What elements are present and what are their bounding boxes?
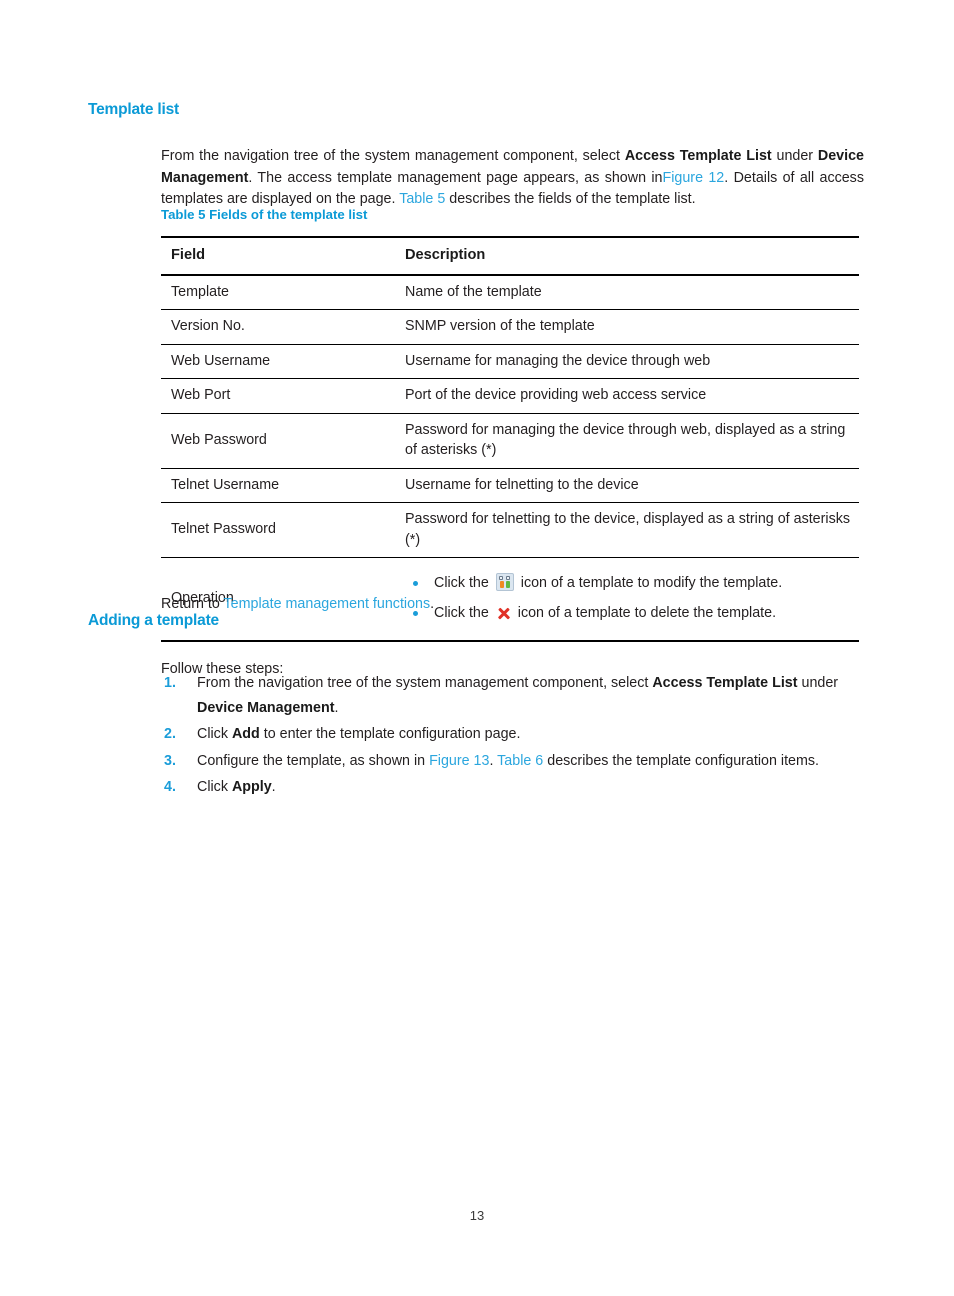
link-template-management-functions[interactable]: Template management functions <box>224 596 431 612</box>
cell-description: Password for telnetting to the device, d… <box>395 502 859 558</box>
link-figure-12[interactable]: Figure 12 <box>663 170 725 186</box>
modify-icon-bar-green <box>505 581 510 588</box>
modify-icon-node-left <box>498 576 503 580</box>
table-row: Version No. SNMP version of the template <box>161 309 859 345</box>
step-text-1: Configure the template, as shown in <box>197 752 430 769</box>
steps-list: 1. From the navigation tree of the system… <box>161 671 864 802</box>
link-table-6[interactable]: Table 6 <box>497 753 543 769</box>
cell-field: Telnet Password <box>161 502 395 558</box>
step-bold-apply: Apply <box>231 779 272 795</box>
intro-text-3: . The access template management page ap… <box>248 169 663 186</box>
column-header-field: Field <box>161 237 395 276</box>
cell-field: Template <box>161 274 395 310</box>
step-number: 2. <box>164 726 176 742</box>
cell-field: Web Port <box>161 378 395 414</box>
modify-template-icon <box>495 573 514 591</box>
step-text-1: Click <box>197 779 232 795</box>
section-heading-template-list: Template list <box>88 101 179 118</box>
step-text-1: From the navigation tree of the system m… <box>197 675 653 691</box>
step-number: 4. <box>164 779 176 795</box>
return-suffix: . <box>430 596 435 613</box>
return-prefix: Return to <box>161 596 224 613</box>
cell-description: Name of the template <box>395 274 859 310</box>
intro-text-1: From the navigation tree of the system m… <box>161 148 625 165</box>
table-caption-table-5: Table 5 Fields of the template list <box>161 207 368 222</box>
section-heading-adding-a-template: Adding a template <box>88 612 219 629</box>
operation-text-prefix: Click the <box>434 575 493 591</box>
operation-text-suffix: icon of a template to modify the templat… <box>516 575 783 591</box>
link-table-5[interactable]: Table 5 <box>399 191 445 207</box>
list-item-step-1: 1. From the navigation tree of the system… <box>161 671 864 720</box>
modify-icon-node-right <box>505 576 510 580</box>
link-figure-13[interactable]: Figure 13 <box>429 753 489 769</box>
step-text-3: describes the template configuration ite… <box>543 752 820 769</box>
list-item: Click the icon of a template to modify t… <box>405 573 855 593</box>
table-row: Telnet Password Password for telnetting … <box>161 502 859 558</box>
step-number: 3. <box>164 752 176 769</box>
table-body: Template Name of the template Version No… <box>161 274 859 642</box>
cell-description: Username for telnetting to the device <box>395 468 859 503</box>
intro-text-2: under <box>771 148 818 165</box>
cell-description: Port of the device providing web access … <box>395 378 859 414</box>
step-text-2: to enter the template configuration page… <box>259 726 521 742</box>
table-fields-of-template-list: Field Description Template Name of the t… <box>161 236 859 642</box>
list-item-step-3: 3. Configure the template, as shown in Fi… <box>161 749 864 774</box>
cell-description: Username for managing the device through… <box>395 344 859 379</box>
step-text-2: . <box>489 752 498 769</box>
return-to-paragraph: Return to Template management functions. <box>161 594 864 616</box>
step-bold-access-template-list: Access Template List <box>652 675 798 691</box>
step-bold-add: Add <box>231 726 260 742</box>
document-page: Template list From the navigation tree o… <box>0 0 954 1296</box>
step-number: 1. <box>164 675 176 691</box>
step-text-2: . <box>271 779 276 795</box>
intro-bold-access-template-list: Access Template List <box>624 148 772 165</box>
table-row: Web Port Port of the device providing we… <box>161 378 859 414</box>
cell-field: Telnet Username <box>161 468 395 503</box>
table-row: Template Name of the template <box>161 274 859 310</box>
table-5-wrapper: Field Description Template Name of the t… <box>161 236 859 642</box>
column-header-description: Description <box>395 237 859 276</box>
modify-icon-bar-orange <box>499 581 504 588</box>
cell-field: Web Password <box>161 413 395 469</box>
table-row: Web Password Password for managing the d… <box>161 413 859 469</box>
cell-field: Version No. <box>161 309 395 345</box>
cell-field: Web Username <box>161 344 395 379</box>
step-bold-device-management: Device Management <box>197 699 335 716</box>
list-item-step-4: 4. Click Apply. <box>161 775 864 800</box>
step-text-2: under <box>797 675 839 691</box>
table-header: Field Description <box>161 237 859 276</box>
table-header-row: Field Description <box>161 237 859 276</box>
page-number: 13 <box>469 1208 485 1223</box>
bullet-marker <box>413 581 418 586</box>
list-item-step-2: 2. Click Add to enter the template config… <box>161 722 864 747</box>
table-row: Telnet Username Username for telnetting … <box>161 468 859 503</box>
step-text-1: Click <box>197 726 232 742</box>
cell-description: SNMP version of the template <box>395 309 859 345</box>
cell-description: Password for managing the device through… <box>395 413 859 469</box>
step-text-3: . <box>334 699 339 716</box>
intro-text-5: describes the fields of the template lis… <box>445 191 696 208</box>
table-row: Web Username Username for managing the d… <box>161 344 859 379</box>
intro-paragraph: From the navigation tree of the system m… <box>161 146 864 211</box>
